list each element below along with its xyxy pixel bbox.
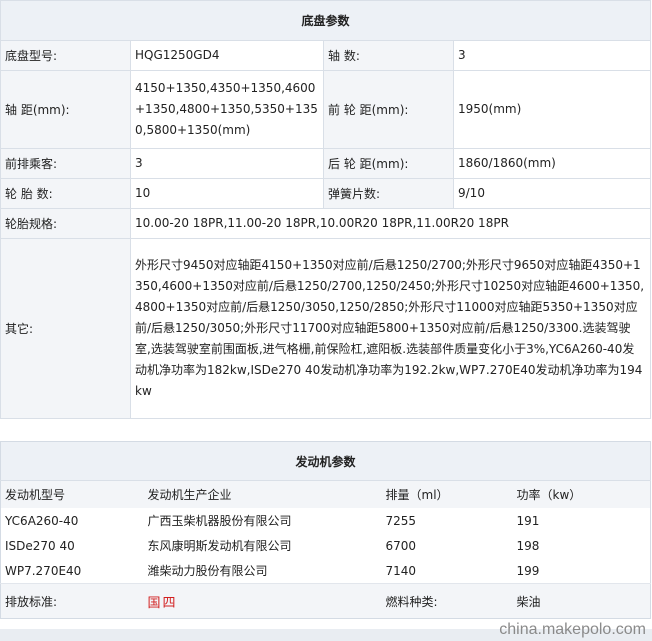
engine-model: WP7.270E40 <box>0 558 144 584</box>
spring-leaf-value: 9/10 <box>452 178 652 209</box>
tire-spec-label: 轮胎规格: <box>0 208 131 239</box>
engine-maker: 东风康明斯发动机有限公司 <box>143 533 382 558</box>
axle-count-value: 3 <box>452 40 652 71</box>
rear-track-label: 后 轮 距(mm): <box>323 148 454 179</box>
front-passengers-value: 3 <box>130 148 324 179</box>
front-passengers-label: 前排乘客: <box>0 148 131 179</box>
wheelbase-value: 4150+1350,4350+1350,4600+1350,4800+1350,… <box>130 70 324 149</box>
tire-spec-value: 10.00-20 18PR,11.00-20 18PR,10.00R20 18P… <box>129 208 652 239</box>
chassis-params-table: 底盘参数 底盘型号: HQG1250GD4 轴 数: 3 轴 距(mm): 41… <box>0 0 652 419</box>
tire-count-label: 轮 胎 数: <box>0 178 131 209</box>
table-row: YC6A260-40 广西玉柴机器股份有限公司 7255 191 <box>0 508 651 533</box>
watermark: china.makepolo.com <box>499 621 646 638</box>
power: 191 <box>512 508 651 533</box>
rear-track-value: 1860/1860(mm) <box>452 148 652 179</box>
emission-label: 排放标准: <box>0 583 144 619</box>
fuel-label: 燃料种类: <box>381 583 513 619</box>
engine-model: YC6A260-40 <box>0 508 144 533</box>
engine-model: ISDe270 40 <box>0 533 144 558</box>
power: 199 <box>512 558 651 584</box>
displacement: 6700 <box>381 533 513 558</box>
engine-maker: 潍柴动力股份有限公司 <box>143 558 382 584</box>
chassis-title: 底盘参数 <box>0 0 652 41</box>
emission-value: 国四 <box>147 595 178 611</box>
table-row: ISDe270 40 东风康明斯发动机有限公司 6700 198 <box>0 533 651 558</box>
engine-maker: 广西玉柴机器股份有限公司 <box>143 508 382 533</box>
power-header: 功率（kw） <box>512 480 651 508</box>
tire-count-value: 10 <box>130 178 324 209</box>
displacement-header: 排量（ml） <box>381 480 513 508</box>
other-label: 其它: <box>0 238 131 419</box>
displacement: 7140 <box>381 558 513 584</box>
fuel-value: 柴油 <box>512 583 651 619</box>
engine-maker-header: 发动机生产企业 <box>143 480 382 508</box>
front-track-label: 前 轮 距(mm): <box>323 70 454 149</box>
table-row: WP7.270E40 潍柴动力股份有限公司 7140 199 <box>0 558 651 584</box>
displacement: 7255 <box>381 508 513 533</box>
other-value: 外形尺寸9450对应轴距4150+1350对应前/后悬1250/2700;外形尺… <box>129 238 652 419</box>
chassis-model-value: HQG1250GD4 <box>130 40 324 71</box>
chassis-model-label: 底盘型号: <box>0 40 131 71</box>
axle-count-label: 轴 数: <box>323 40 454 71</box>
engine-model-header: 发动机型号 <box>0 480 144 508</box>
spring-leaf-label: 弹簧片数: <box>323 178 454 209</box>
engine-params-table: 发动机参数 发动机型号 发动机生产企业 排量（ml） 功率（kw） YC6A26… <box>0 441 652 619</box>
front-track-value: 1950(mm) <box>452 70 652 149</box>
engine-title: 发动机参数 <box>0 441 651 481</box>
wheelbase-label: 轴 距(mm): <box>0 70 131 149</box>
power: 198 <box>512 533 651 558</box>
